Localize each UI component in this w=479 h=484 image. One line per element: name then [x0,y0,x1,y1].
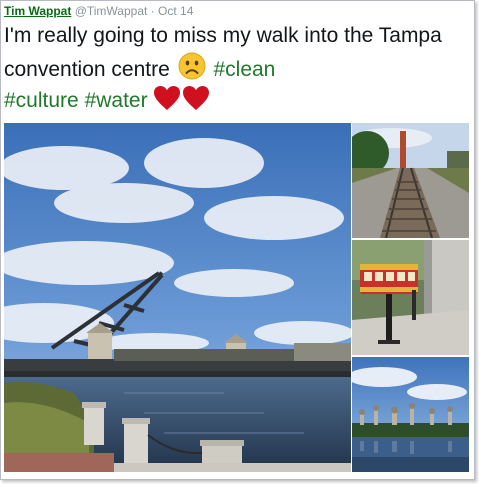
author-name-link[interactable]: Tim Wappat [4,4,71,18]
tweet-card: Tim Wappat @TimWappat · Oct 14 I'm reall… [0,0,475,480]
photo-skyline-minarets[interactable] [352,357,469,472]
red-heart-emoji-icon [182,85,210,111]
photo-trolley-sculpture[interactable] [352,240,469,355]
author-handle[interactable]: @TimWappat [75,4,148,18]
header-separator: · [150,4,155,18]
photo-railroad-tracks[interactable] [352,123,469,238]
photo-drawbridge[interactable] [4,123,351,472]
tweet-header: Tim Wappat @TimWappat · Oct 14 [4,4,193,18]
red-heart-emoji-icon [153,85,181,111]
sad-face-emoji-icon [178,52,206,80]
media-grid [4,123,469,473]
hashtag-clean-link[interactable]: #clean [213,58,275,81]
hashtag-water-link[interactable]: #water [85,89,148,112]
tweet-date-link[interactable]: Oct 14 [158,4,193,18]
hashtag-culture-link[interactable]: #culture [4,89,79,112]
tweet-text: I'm really going to miss my walk into th… [4,21,466,117]
